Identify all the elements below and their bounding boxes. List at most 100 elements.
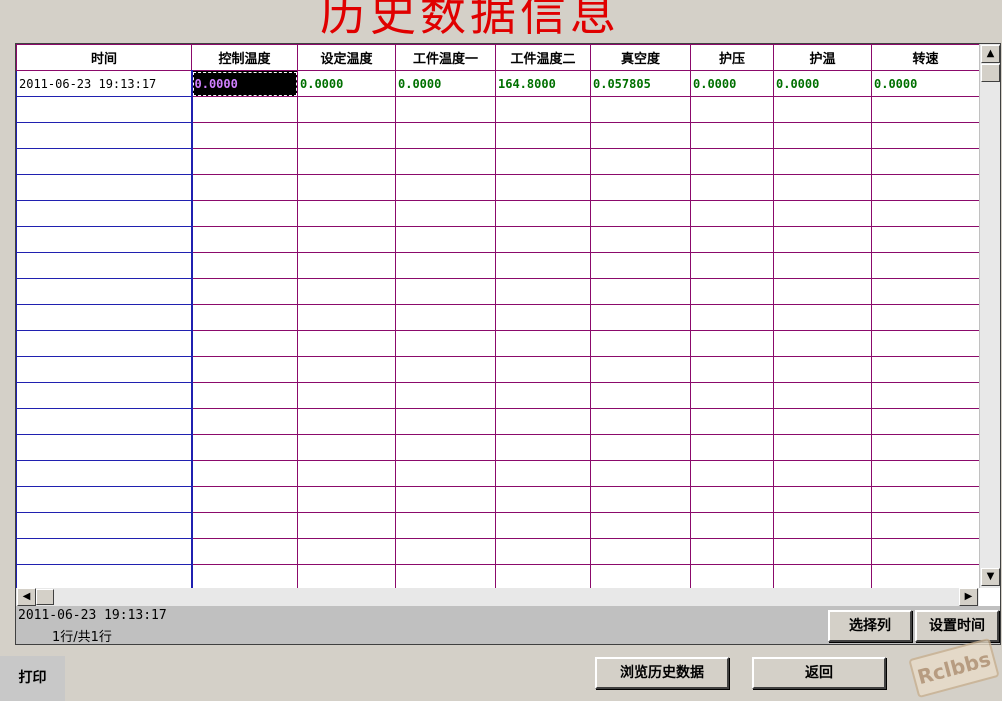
cell-set-temp[interactable]: 0.0000	[297, 70, 396, 97]
scroll-down-icon[interactable]: ▼	[981, 568, 1000, 586]
column-header-control-temp[interactable]: 控制温度	[191, 44, 298, 71]
table-cell-empty[interactable]	[871, 460, 979, 487]
table-cell-empty[interactable]	[773, 122, 872, 149]
table-row-empty[interactable]	[16, 96, 979, 123]
table-cell-empty[interactable]	[590, 96, 691, 123]
table-cell-empty[interactable]	[773, 330, 872, 357]
column-header-shield-pressure[interactable]: 护压	[690, 44, 774, 71]
table-cell-empty[interactable]	[690, 226, 774, 253]
table-row-empty[interactable]	[16, 174, 979, 201]
table-cell-empty[interactable]	[773, 564, 872, 588]
table-cell-empty[interactable]	[773, 304, 872, 331]
table-cell-empty[interactable]	[871, 564, 979, 588]
table-cell-empty[interactable]	[871, 330, 979, 357]
table-cell-empty[interactable]	[871, 434, 979, 461]
table-cell-empty[interactable]	[690, 304, 774, 331]
table-cell-empty[interactable]	[297, 330, 396, 357]
table-cell-empty[interactable]	[297, 148, 396, 175]
table-cell-empty[interactable]	[590, 434, 691, 461]
table-cell-empty[interactable]	[16, 174, 193, 201]
table-cell-empty[interactable]	[495, 460, 591, 487]
table-cell-empty[interactable]	[395, 486, 496, 513]
table-cell-empty[interactable]	[590, 278, 691, 305]
table-cell-empty[interactable]	[297, 460, 396, 487]
table-cell-empty[interactable]	[16, 226, 193, 253]
table-cell-empty[interactable]	[495, 356, 591, 383]
table-cell-empty[interactable]	[16, 122, 193, 149]
table-cell-empty[interactable]	[495, 174, 591, 201]
table-row[interactable]: 2011-06-23 19:13:17 0.0000 0.0000 0.0000…	[16, 70, 979, 97]
table-row-empty[interactable]	[16, 434, 979, 461]
table-cell-empty[interactable]	[690, 330, 774, 357]
set-time-button[interactable]: 设置时间	[915, 610, 999, 642]
table-cell-empty[interactable]	[191, 148, 298, 175]
table-cell-empty[interactable]	[297, 486, 396, 513]
table-cell-empty[interactable]	[690, 174, 774, 201]
table-cell-empty[interactable]	[395, 304, 496, 331]
table-cell-empty[interactable]	[773, 148, 872, 175]
table-cell-empty[interactable]	[191, 304, 298, 331]
table-row-empty[interactable]	[16, 512, 979, 539]
table-cell-empty[interactable]	[16, 538, 193, 565]
table-cell-empty[interactable]	[495, 564, 591, 588]
table-cell-empty[interactable]	[495, 330, 591, 357]
cell-shield-pressure[interactable]: 0.0000	[690, 70, 774, 97]
table-cell-empty[interactable]	[395, 122, 496, 149]
table-cell-empty[interactable]	[690, 382, 774, 409]
table-cell-empty[interactable]	[590, 512, 691, 539]
table-cell-empty[interactable]	[871, 200, 979, 227]
table-cell-empty[interactable]	[191, 564, 298, 588]
table-cell-empty[interactable]	[773, 200, 872, 227]
column-header-speed[interactable]: 转速	[871, 44, 979, 71]
table-cell-empty[interactable]	[690, 356, 774, 383]
table-cell-empty[interactable]	[495, 538, 591, 565]
table-cell-empty[interactable]	[495, 148, 591, 175]
table-cell-empty[interactable]	[16, 564, 193, 588]
table-cell-empty[interactable]	[871, 278, 979, 305]
table-cell-empty[interactable]	[773, 434, 872, 461]
table-cell-empty[interactable]	[191, 382, 298, 409]
table-cell-empty[interactable]	[191, 434, 298, 461]
table-cell-empty[interactable]	[690, 486, 774, 513]
table-cell-empty[interactable]	[395, 200, 496, 227]
table-cell-empty[interactable]	[590, 200, 691, 227]
table-cell-empty[interactable]	[297, 538, 396, 565]
table-cell-empty[interactable]	[395, 434, 496, 461]
table-cell-empty[interactable]	[191, 200, 298, 227]
table-cell-empty[interactable]	[16, 330, 193, 357]
table-cell-empty[interactable]	[395, 356, 496, 383]
table-row-empty[interactable]	[16, 564, 979, 588]
table-cell-empty[interactable]	[871, 486, 979, 513]
table-cell-empty[interactable]	[773, 408, 872, 435]
table-row-empty[interactable]	[16, 356, 979, 383]
table-cell-empty[interactable]	[16, 96, 193, 123]
scroll-right-icon[interactable]: ▶	[959, 588, 978, 606]
table-cell-empty[interactable]	[495, 512, 591, 539]
table-cell-empty[interactable]	[590, 356, 691, 383]
table-cell-empty[interactable]	[297, 122, 396, 149]
browse-history-button[interactable]: 浏览历史数据	[595, 657, 729, 689]
table-cell-empty[interactable]	[495, 486, 591, 513]
table-row-empty[interactable]	[16, 304, 979, 331]
table-cell-empty[interactable]	[871, 382, 979, 409]
table-cell-empty[interactable]	[395, 460, 496, 487]
table-cell-empty[interactable]	[297, 200, 396, 227]
table-cell-empty[interactable]	[495, 382, 591, 409]
table-cell-empty[interactable]	[773, 174, 872, 201]
table-cell-empty[interactable]	[690, 96, 774, 123]
table-cell-empty[interactable]	[690, 408, 774, 435]
table-cell-empty[interactable]	[495, 200, 591, 227]
table-cell-empty[interactable]	[773, 512, 872, 539]
table-cell-empty[interactable]	[495, 434, 591, 461]
column-header-workpiece-temp-1[interactable]: 工件温度一	[395, 44, 496, 71]
table-cell-empty[interactable]	[773, 460, 872, 487]
table-cell-empty[interactable]	[590, 122, 691, 149]
table-cell-empty[interactable]	[495, 252, 591, 279]
table-row-empty[interactable]	[16, 382, 979, 409]
table-cell-empty[interactable]	[297, 512, 396, 539]
table-cell-empty[interactable]	[590, 174, 691, 201]
table-cell-empty[interactable]	[495, 96, 591, 123]
table-row-empty[interactable]	[16, 330, 979, 357]
table-cell-empty[interactable]	[16, 304, 193, 331]
table-cell-empty[interactable]	[395, 512, 496, 539]
